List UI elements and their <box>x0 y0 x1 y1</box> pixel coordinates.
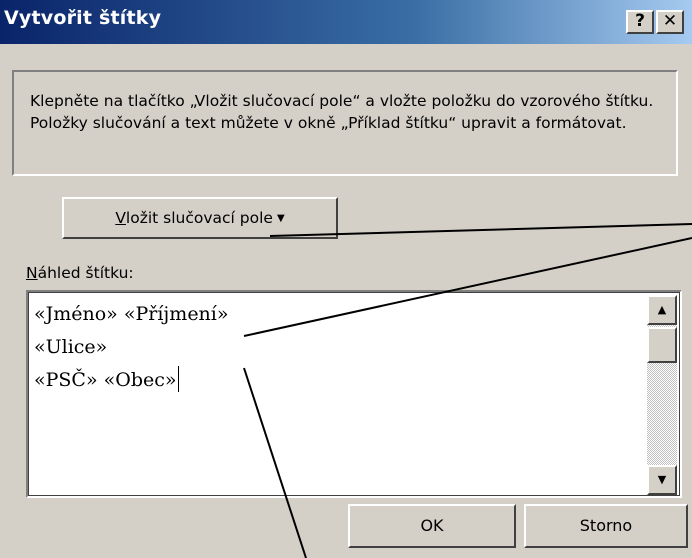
insert-field-label: ložit slučovací pole <box>125 209 273 227</box>
preview-content: «Jméno» «Příjmení» «Ulice» «PSČ» «Obec» <box>34 298 229 397</box>
insert-merge-field-button[interactable]: Vložit slučovací pole ▼ <box>62 197 338 239</box>
insert-field-accesskey: V <box>115 209 126 227</box>
scroll-thumb[interactable] <box>647 327 677 363</box>
text-caret <box>177 366 179 392</box>
preview-line-city: «PSČ» «Obec» <box>34 364 229 397</box>
dialog-title: Vytvořit štítky <box>4 7 162 29</box>
dropdown-arrow-icon: ▼ <box>276 213 285 224</box>
instructions-text: Klepněte na tlačítko „Vložit slučovací p… <box>30 92 654 132</box>
preview-line-city-text: «PSČ» «Obec» <box>34 369 177 391</box>
ok-button[interactable]: OK <box>348 504 516 548</box>
cancel-button[interactable]: Storno <box>524 504 688 548</box>
preview-label-accesskey: N <box>26 264 38 282</box>
preview-label-text: áhled štítku: <box>37 264 134 282</box>
preview-label: Náhled štítku: <box>26 264 134 282</box>
title-bar[interactable]: Vytvořit štítky ? ✕ <box>0 0 692 44</box>
scroll-down-icon[interactable]: ▼ <box>647 465 677 495</box>
close-button[interactable]: ✕ <box>656 10 684 34</box>
preview-line-street: «Ulice» <box>34 336 108 358</box>
vertical-scrollbar[interactable]: ▲ ▼ <box>647 295 677 495</box>
create-labels-dialog: Vytvořit štítky ? ✕ Klepněte na tlačítko… <box>0 0 692 558</box>
instructions-panel: Klepněte na tlačítko „Vložit slučovací p… <box>12 70 678 176</box>
scroll-up-icon[interactable]: ▲ <box>647 295 677 325</box>
label-preview-textarea[interactable]: «Jméno» «Příjmení» «Ulice» «PSČ» «Obec» … <box>26 290 682 498</box>
help-button[interactable]: ? <box>626 10 654 34</box>
preview-line-name: «Jméno» «Příjmení» <box>34 303 229 325</box>
